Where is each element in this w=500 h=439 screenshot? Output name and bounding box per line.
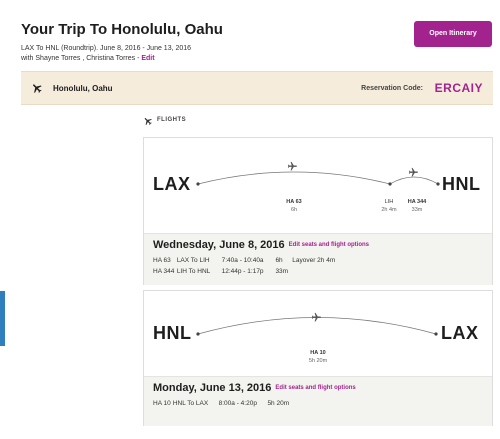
flights-heading-label: FLIGHTS <box>157 117 187 123</box>
leg2-label: HA 344 33m <box>402 198 432 214</box>
edit-travelers-link[interactable]: Edit <box>141 55 154 62</box>
airplane-icon <box>287 161 297 171</box>
feedback-side-tab[interactable] <box>0 291 5 346</box>
trip-travelers-line: with Shayne Torres , Christina Torres - … <box>21 54 191 64</box>
segment-layover: Layover 2h 4m <box>292 257 336 264</box>
layover-short: 2h 4m <box>381 207 397 213</box>
segment-duration: 6h <box>275 257 283 264</box>
destination-banner: Honolulu, Oahu Reservation Code: ERCAIY <box>21 71 493 105</box>
segment-duration: 33m <box>275 268 289 275</box>
trip-route-line: LAX To HNL (Roundtrip). June 8, 2016 - J… <box>21 45 192 52</box>
segment-flight: HA 344 <box>153 268 175 275</box>
travelers-text: with Shayne Torres , Christina Torres - <box>21 55 142 62</box>
airplane-icon <box>33 84 42 93</box>
edit-seats-link[interactable]: Edit seats and flight options <box>289 242 369 248</box>
leg-label: HA 10 5h 20m <box>299 349 337 365</box>
outbound-date-text: Wednesday, June 8, 2016 <box>153 239 285 251</box>
airplane-icon <box>408 167 418 177</box>
reservation-code: ERCAIY <box>434 81 483 95</box>
return-details: Monday, June 13, 2016 Edit seats and flig… <box>144 376 492 426</box>
origin-code: HNL <box>153 323 192 343</box>
destination-code: HNL <box>442 174 481 194</box>
trip-summary: LAX To HNL (Roundtrip). June 8, 2016 - J… <box>21 44 191 64</box>
stop-label: LIH 2h 4m <box>374 198 404 214</box>
outbound-route-diagram: LAX HNL HA 63 6h LIH 2h 4m HA 344 33m <box>144 138 492 233</box>
flight-duration: 5h 20m <box>308 358 328 364</box>
open-itinerary-button[interactable]: Open Itinerary <box>414 21 492 47</box>
outbound-date: Wednesday, June 8, 2016 Edit seats and fl… <box>153 239 369 251</box>
leg1-flight: HA 63 <box>286 199 302 205</box>
segment-row: HA 10 HNL To LAX 8:00a - 4:20p 5h 20m <box>153 400 289 407</box>
route-arc <box>196 161 440 186</box>
segment-flight: HA 10 <box>153 400 171 407</box>
segment-route: HNL To LAX <box>172 400 209 407</box>
segment-row: HA 63 LAX To LIH 7:40a - 10:40a 6h Layov… <box>153 257 335 264</box>
segment-times: 8:00a - 4:20p <box>218 400 257 407</box>
destination-name: Honolulu, Oahu <box>53 84 113 93</box>
leg2-duration: 33m <box>411 207 423 213</box>
airplane-icon <box>144 118 152 126</box>
page-title: Your Trip To Honolulu, Oahu <box>21 21 223 38</box>
return-route-diagram: HNL LAX HA 10 5h 20m <box>144 291 492 376</box>
flight-number: HA 10 <box>310 350 326 356</box>
leg2-flight: HA 344 <box>407 199 427 205</box>
return-date: Monday, June 13, 2016 Edit seats and flig… <box>153 382 356 394</box>
outbound-flight-card: LAX HNL HA 63 6h LIH 2h 4m HA 344 33m We… <box>143 137 493 285</box>
segment-duration: 5h 20m <box>267 400 290 407</box>
segment-row: HA 344 LIH To HNL 12:44p - 1:17p 33m <box>153 268 290 275</box>
leg1-label: HA 63 6h <box>275 198 313 214</box>
leg1-duration: 6h <box>290 207 298 213</box>
origin-code: LAX <box>153 174 191 194</box>
segment-times: 12:44p - 1:17p <box>221 268 264 275</box>
return-flight-card: HNL LAX HA 10 5h 20m Monday, June 13, 20… <box>143 290 493 426</box>
stop-code: LIH <box>384 199 394 205</box>
outbound-details: Wednesday, June 8, 2016 Edit seats and fl… <box>144 233 492 285</box>
return-date-text: Monday, June 13, 2016 <box>153 382 272 394</box>
reservation-label: Reservation Code: <box>361 85 423 92</box>
airplane-icon <box>311 312 321 322</box>
segment-flight: HA 63 <box>153 257 171 264</box>
edit-seats-link[interactable]: Edit seats and flight options <box>275 385 355 391</box>
segment-route: LAX To LIH <box>176 257 210 264</box>
trip-header: Your Trip To Honolulu, Oahu LAX To HNL (… <box>0 0 500 70</box>
segment-times: 7:40a - 10:40a <box>221 257 264 264</box>
segment-route: LIH To HNL <box>176 268 211 275</box>
destination-code: LAX <box>441 323 479 343</box>
